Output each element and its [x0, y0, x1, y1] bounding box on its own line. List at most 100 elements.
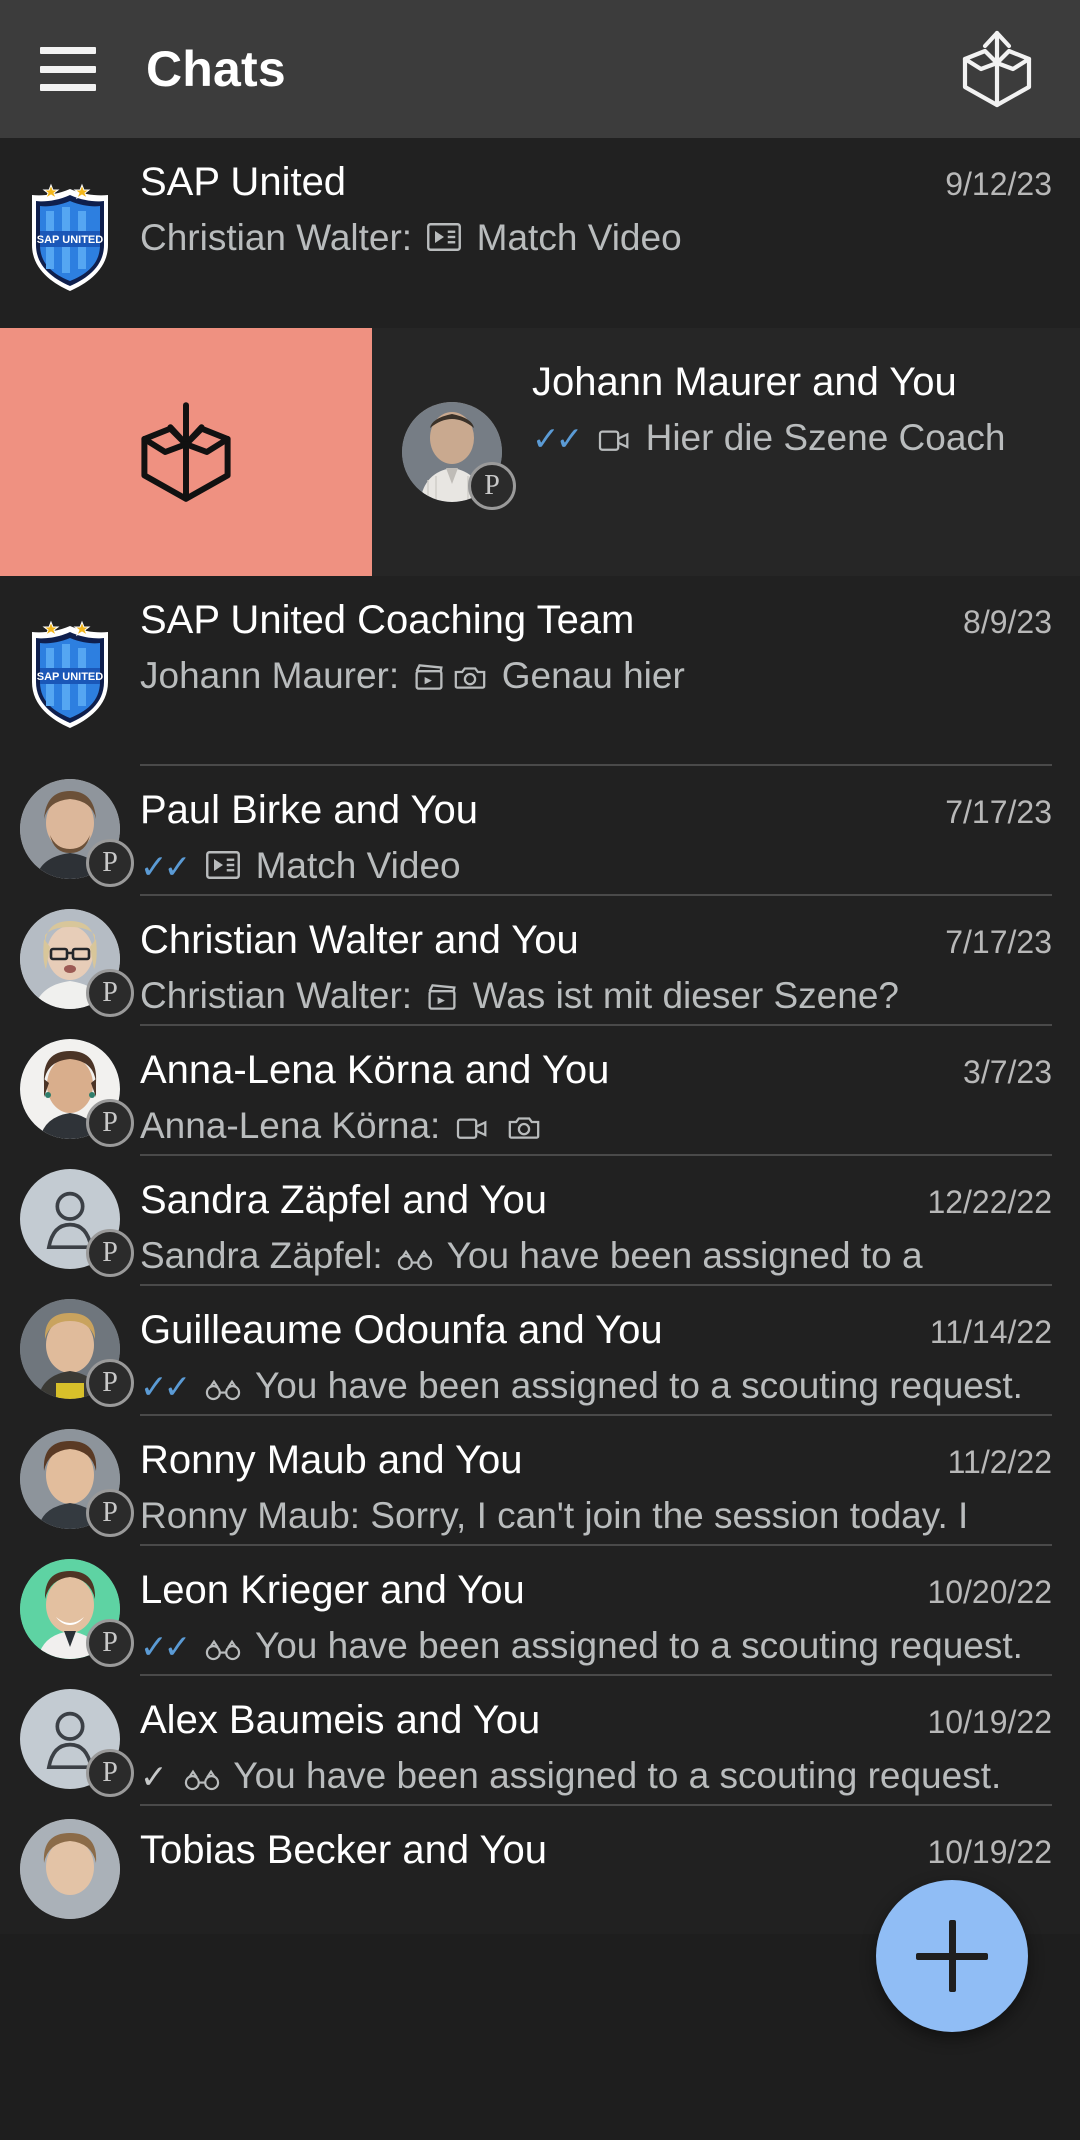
list-item[interactable]: P Anna-Lena Körna and You 3/7/23 Anna-Le…	[0, 1024, 1080, 1154]
chat-preview: Johann Maurer: Genau hier	[140, 654, 1052, 702]
list-item[interactable]: P Alex Baumeis and You 10/19/22 ✓ You ha…	[0, 1674, 1080, 1804]
chat-date: 7/17/23	[945, 924, 1052, 960]
chat-title: Alex Baumeis and You	[140, 1698, 541, 1742]
avatar	[0, 1804, 140, 1934]
chat-title: Johann Maurer and You	[532, 360, 957, 404]
clapperboard-icon	[426, 978, 458, 1022]
chat-preview: Christian Walter: Was ist mit dieser Sze…	[140, 974, 1052, 1022]
chat-title: Anna-Lena Körna and You	[140, 1048, 610, 1092]
preview-text: You have been assigned to a scouting req…	[254, 1624, 1023, 1666]
chat-date: 10/19/22	[927, 1704, 1052, 1740]
list-item[interactable]: P Paul Birke and You 7/17/23 ✓✓ Match Vi…	[0, 764, 1080, 894]
chat-title: Leon Krieger and You	[140, 1568, 525, 1612]
read-double-check-icon: ✓✓	[140, 1627, 191, 1665]
participant-badge: P	[86, 1619, 134, 1667]
chat-date: 11/2/22	[947, 1444, 1052, 1480]
participant-badge: P	[86, 1229, 134, 1277]
binoculars-icon	[184, 1758, 220, 1802]
chat-date: 11/14/22	[929, 1314, 1052, 1350]
chat-preview: ✓✓ You have been assigned to a scouting …	[140, 1624, 1052, 1672]
video-camera-icon	[455, 1108, 489, 1152]
participant-badge: P	[86, 969, 134, 1017]
camera-icon	[453, 658, 487, 702]
chats-screen: Chats SAP UNITED SAP United 9/12/23 Chri…	[0, 0, 1080, 2140]
binoculars-icon	[397, 1238, 433, 1282]
swipe-front-row[interactable]: P Johann Maurer and You ✓✓ Hier die Szen…	[372, 328, 1080, 576]
read-double-check-icon: ✓✓	[140, 847, 191, 885]
sap-united-crest-icon: SAP UNITED	[20, 183, 120, 295]
preview-sender: Ronny Maub:	[140, 1494, 371, 1536]
preview-sender: Christian Walter:	[140, 974, 423, 1016]
photo-tobias-becker	[20, 1819, 120, 1919]
read-double-check-icon: ✓✓	[532, 419, 583, 457]
chat-title: SAP United Coaching Team	[140, 598, 635, 642]
chat-preview: Christian Walter: Match Video	[140, 216, 1052, 264]
row-content: SAP United 9/12/23 Christian Walter: Mat…	[140, 138, 1080, 288]
preview-sender: Johann Maurer:	[140, 654, 410, 696]
chat-date: 9/12/23	[945, 166, 1052, 202]
chat-preview: ✓✓ Hier die Szene Coach	[532, 416, 1052, 464]
preview-sender: Christian Walter:	[140, 216, 423, 258]
preview-text: Was ist mit dieser Szene?	[472, 974, 899, 1016]
avatar: P	[0, 1544, 140, 1674]
chat-title: SAP United	[140, 160, 347, 204]
preview-sender: Anna-Lena Körna:	[140, 1104, 451, 1146]
chat-preview: Anna-Lena Körna:	[140, 1104, 1052, 1152]
chat-preview: ✓ You have been assigned to a scouting r…	[140, 1754, 1052, 1802]
participant-badge: P	[86, 1489, 134, 1537]
camera-icon	[507, 1108, 541, 1152]
binoculars-icon	[205, 1368, 241, 1412]
sent-single-check-icon: ✓	[140, 1757, 168, 1795]
chat-preview: ✓✓ You have been assigned to a scouting …	[140, 1364, 1052, 1412]
chat-title: Ronny Maub and You	[140, 1438, 523, 1482]
plus-icon	[916, 1920, 988, 1992]
avatar: P	[0, 1674, 140, 1804]
chat-title: Christian Walter and You	[140, 918, 579, 962]
participant-badge: P	[86, 1359, 134, 1407]
participant-badge: P	[86, 1749, 134, 1797]
chat-date: 12/22/22	[927, 1184, 1052, 1220]
archive-action-button[interactable]	[0, 328, 372, 576]
participant-badge: P	[86, 1099, 134, 1147]
avatar: P	[0, 894, 140, 1024]
chat-title: Tobias Becker and You	[140, 1828, 547, 1872]
preview-text: Hier die Szene Coach	[645, 416, 1006, 458]
row-content: Johann Maurer and You ✓✓ Hier die Szene …	[532, 328, 1080, 488]
chat-date: 7/17/23	[945, 794, 1052, 830]
chat-date: 10/19/22	[927, 1834, 1052, 1870]
match-video-icon	[205, 848, 241, 892]
chat-title: Guilleaume Odounfa and You	[140, 1308, 663, 1352]
preview-text: You have been assigned to a scouting req…	[233, 1754, 1002, 1796]
chat-list: SAP UNITED SAP United 9/12/23 Christian …	[0, 138, 1080, 1934]
list-item-swiped[interactable]: P Johann Maurer and You ✓✓ Hier die Szen…	[0, 328, 1080, 576]
preview-text: Match Video	[476, 216, 682, 258]
new-chat-fab-button[interactable]	[876, 1880, 1028, 2032]
list-item[interactable]: P Ronny Maub and You 11/2/22 Ronny Maub:…	[0, 1414, 1080, 1580]
row-content: SAP United Coaching Team 8/9/23 Johann M…	[140, 576, 1080, 726]
page-title: Chats	[146, 41, 286, 97]
list-item[interactable]: P Sandra Zäpfel and You 12/22/22 Sandra …	[0, 1154, 1080, 1324]
list-item[interactable]: P Christian Walter and You 7/17/23 Chris…	[0, 894, 1080, 1024]
participant-badge: P	[86, 839, 134, 887]
binoculars-icon	[205, 1628, 241, 1672]
avatar: SAP UNITED	[0, 138, 140, 328]
svg-text:SAP UNITED: SAP UNITED	[37, 671, 103, 683]
list-item[interactable]: P Guilleaume Odounfa and You 11/14/22 ✓✓	[0, 1284, 1080, 1414]
avatar: SAP UNITED	[0, 576, 140, 764]
chat-date: 3/7/23	[963, 1054, 1052, 1090]
match-video-icon	[426, 220, 462, 264]
list-item[interactable]: SAP UNITED SAP United Coaching Team 8/9/…	[0, 576, 1080, 764]
participant-badge: P	[468, 462, 516, 510]
avatar: P	[0, 1414, 140, 1544]
chat-title: Sandra Zäpfel and You	[140, 1178, 548, 1222]
list-item[interactable]: SAP UNITED SAP United 9/12/23 Christian …	[0, 138, 1080, 328]
chat-date: 8/9/23	[963, 604, 1052, 640]
unarchive-box-icon[interactable]	[954, 26, 1040, 112]
preview-text: Genau hier	[501, 654, 685, 696]
hamburger-menu-icon[interactable]	[40, 47, 96, 91]
chat-date: 10/20/22	[927, 1574, 1052, 1610]
read-double-check-icon: ✓✓	[140, 1367, 191, 1405]
list-item[interactable]: P Leon Krieger and You 10/20/22 ✓✓ You h…	[0, 1544, 1080, 1674]
avatar: P	[372, 328, 532, 576]
avatar: P	[0, 1024, 140, 1154]
